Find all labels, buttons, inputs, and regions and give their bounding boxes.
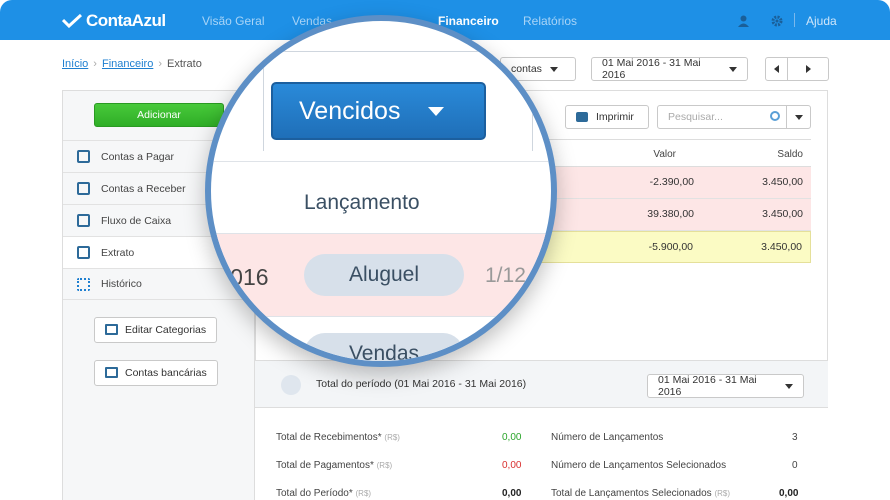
total-receipts-label: Total de Recebimentos* (R$) xyxy=(276,432,400,443)
column-lancamento[interactable]: Lançamento xyxy=(304,191,420,215)
caret-down-icon xyxy=(785,383,793,389)
breadcrumb: Início › Financeiro › Extrato xyxy=(62,58,202,70)
row-value: -5.900,00 xyxy=(648,241,693,253)
divider xyxy=(211,161,551,162)
checkmark-logo-icon xyxy=(62,14,82,28)
sidebar-item-label: Contas a Pagar xyxy=(101,150,174,163)
row-balance: 3.450,00 xyxy=(762,176,803,188)
totals-section: Total de Recebimentos* (R$) 0,00 Total d… xyxy=(255,408,828,500)
magnified-view: Vencidos Lançamento /2016 Aluguel 1/12 A… xyxy=(211,21,551,361)
edit-categories-label: Editar Categorias xyxy=(125,324,207,336)
caret-down-icon xyxy=(549,66,558,72)
sidebar-item-label: Contas a Receber xyxy=(101,182,186,195)
unit: (R$) xyxy=(384,433,400,442)
date-range-value: 01 Mai 2016 - 31 Mai 2016 xyxy=(602,57,701,81)
summary-period-value: 01 Mai 2016 - 31 Mai 2016 xyxy=(658,374,757,398)
count-selected-value: 0 xyxy=(792,460,798,471)
logo[interactable]: ContaAzul xyxy=(62,11,166,31)
column-saldo[interactable]: Saldo xyxy=(777,149,803,160)
print-button[interactable]: Imprimir xyxy=(565,105,649,129)
pill-label: Vendas xyxy=(348,342,420,365)
total-payments-label: Total de Pagamentos* (R$) xyxy=(276,460,392,471)
unit: (R$) xyxy=(376,461,393,470)
summary-title: Total do período (01 Mai 2016 - 31 Mai 2… xyxy=(316,378,527,390)
pill-label: Aluguel xyxy=(348,263,420,286)
total-receipts-value: 0,00 xyxy=(502,432,522,443)
sidebar-item-label: Histórico xyxy=(101,278,142,290)
sidebar-item-label: Extrato xyxy=(101,246,135,259)
chevron-right-icon: › xyxy=(158,58,162,70)
total-label: Total de Pagamentos* xyxy=(276,460,374,471)
total-period-label: Total do Período* (R$) xyxy=(276,488,371,499)
user-icon[interactable] xyxy=(736,14,750,28)
total-selected-value: 0,00 xyxy=(779,488,799,499)
previous-period-button[interactable] xyxy=(765,57,788,81)
next-period-button[interactable] xyxy=(787,57,829,81)
total-label: Total do Período* xyxy=(276,488,353,499)
caret-down-icon xyxy=(794,114,803,120)
date-range-select[interactable]: 01 Mai 2016 - 31 Mai 2016 xyxy=(591,57,748,81)
total-selected-label: Total de Lançamentos Selecionados (R$) xyxy=(551,488,730,499)
unit: (R$) xyxy=(355,489,372,498)
caret-down-icon xyxy=(729,66,737,72)
summary-list-icon xyxy=(281,375,301,395)
search-placeholder: Pesquisar... xyxy=(668,111,723,123)
sidebar-item-label: Fluxo de Caixa xyxy=(101,214,172,227)
bank-accounts-button[interactable]: Contas bancárias xyxy=(94,360,218,386)
logo-text: ContaAzul xyxy=(86,11,166,30)
app-window: ContaAzul Visão Geral Vendas Financeiro … xyxy=(0,0,890,500)
count-entries-label: Número de Lançamentos xyxy=(551,432,664,443)
search-options-button[interactable] xyxy=(786,105,811,129)
row-balance: 3.450,00 xyxy=(761,241,802,253)
edit-categories-button[interactable]: Editar Categorias xyxy=(94,317,218,343)
add-button-label: Adicionar xyxy=(137,109,181,121)
upload-icon xyxy=(77,150,90,163)
caret-right-icon xyxy=(805,65,811,73)
total-period-value: 0,00 xyxy=(502,488,522,499)
row-value: -2.390,00 xyxy=(649,176,694,188)
unit: (R$) xyxy=(714,489,731,498)
period-summary-bar: Total do período (01 Mai 2016 - 31 Mai 2… xyxy=(255,360,828,408)
count-selected-label: Número de Lançamentos Selecionados xyxy=(551,460,727,471)
breadcrumb-current: Extrato xyxy=(167,58,202,70)
monitor-icon xyxy=(105,324,118,335)
list-icon xyxy=(77,246,90,259)
download-icon xyxy=(77,182,90,195)
description-pill[interactable]: Aluguel xyxy=(304,254,464,296)
magnifier-lens: Vencidos Lançamento /2016 Aluguel 1/12 A… xyxy=(205,15,557,367)
divider xyxy=(211,316,551,317)
search-input[interactable]: Pesquisar... xyxy=(657,105,787,129)
printer-icon xyxy=(576,112,588,122)
divider xyxy=(794,13,795,27)
filter-label: Vencidos xyxy=(299,96,401,125)
total-label: Total de Lançamentos Selecionados xyxy=(551,488,712,499)
document-icon xyxy=(77,214,90,227)
row-date: /2016 xyxy=(211,264,269,290)
total-payments-value: 0,00 xyxy=(502,460,522,471)
caret-down-icon xyxy=(428,106,445,116)
add-button[interactable]: Adicionar xyxy=(94,103,224,127)
summary-period-select[interactable]: 01 Mai 2016 - 31 Mai 2016 xyxy=(647,374,804,398)
print-label: Imprimir xyxy=(596,111,634,123)
row-balance: 3.450,00 xyxy=(762,208,803,220)
count-entries-value: 3 xyxy=(792,432,798,443)
filter-dropdown-button[interactable]: Vencidos xyxy=(271,82,486,140)
chevron-right-icon: › xyxy=(93,58,97,70)
bank-accounts-label: Contas bancárias xyxy=(125,367,207,379)
breadcrumb-financeiro[interactable]: Financeiro xyxy=(102,58,153,70)
column-valor[interactable]: Valor xyxy=(653,149,676,160)
edit-account-icon xyxy=(105,367,118,378)
breadcrumb-home[interactable]: Início xyxy=(62,58,88,70)
row-installment: 1/12 A xyxy=(485,264,545,287)
grid-icon xyxy=(77,278,90,291)
total-label: Total de Recebimentos* xyxy=(276,432,382,443)
gear-icon[interactable] xyxy=(770,14,784,28)
help-link[interactable]: Ajuda xyxy=(806,14,837,28)
caret-left-icon xyxy=(774,65,779,73)
row-value: 39.380,00 xyxy=(647,208,694,220)
search-icon xyxy=(770,111,780,121)
